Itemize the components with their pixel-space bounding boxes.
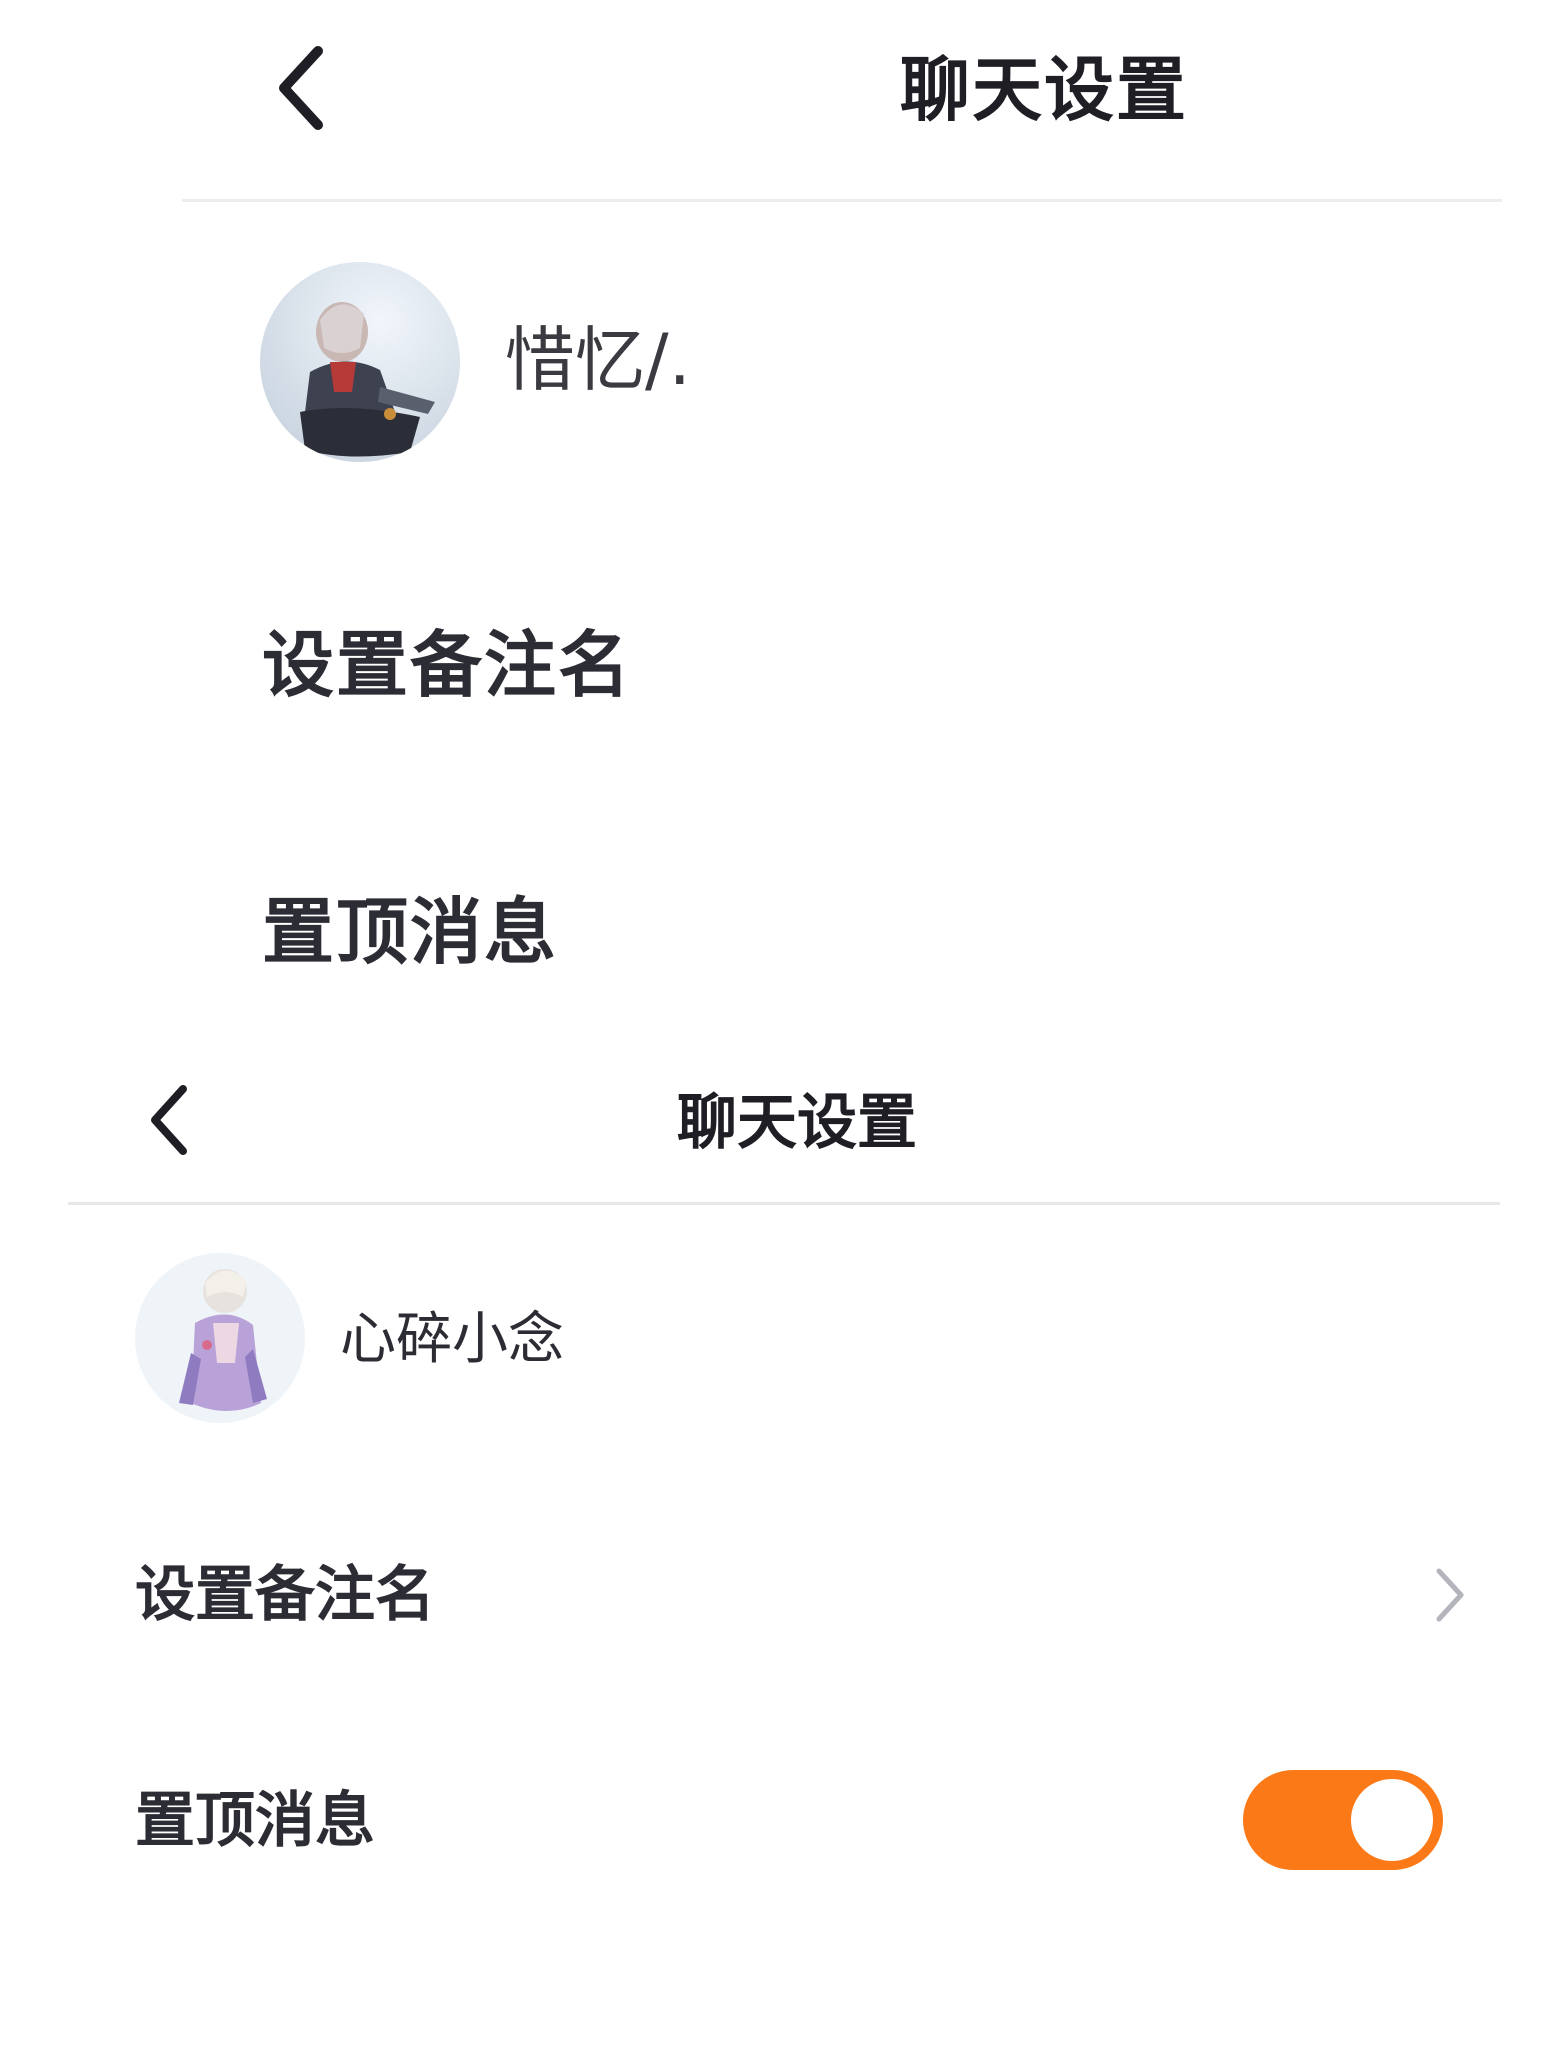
- header-divider: [182, 199, 1502, 202]
- pin-message-row: 置顶消息: [0, 1766, 1553, 1876]
- set-remark-name-label: 设置备注名: [135, 1560, 435, 1630]
- chevron-left-icon: [151, 1085, 187, 1155]
- chevron-right-icon: [1425, 1560, 1475, 1630]
- set-remark-name-row[interactable]: 设置备注名: [0, 1540, 1553, 1650]
- pin-message-label: 置顶消息: [135, 1786, 375, 1856]
- page-title: 聊天设置: [900, 49, 1188, 131]
- header-divider: [68, 1202, 1500, 1205]
- chevron-left-icon: [279, 46, 323, 130]
- page-title: 聊天设置: [677, 1088, 917, 1158]
- back-button[interactable]: [262, 38, 342, 138]
- avatar-image: [135, 1253, 305, 1423]
- username: 心碎小念: [340, 1307, 564, 1372]
- avatar[interactable]: [135, 1253, 305, 1423]
- chat-settings-screen-top: 聊天设置 惜忆/. 设置备注名 置顶消息: [0, 0, 1553, 1035]
- toggle-knob: [1351, 1779, 1433, 1861]
- chat-settings-screen-bottom: 聊天设置 心碎小念 设置备注名 置顶消息: [0, 1035, 1553, 2048]
- screenshot-composite: 聊天设置 惜忆/. 设置备注名 置顶消息 聊天设置 心碎小念 设置备注名 置顶消…: [0, 0, 1553, 2048]
- avatar-image: [260, 262, 460, 462]
- pin-message-item[interactable]: 置顶消息: [262, 882, 558, 982]
- back-button[interactable]: [135, 1075, 205, 1165]
- avatar[interactable]: [260, 262, 460, 462]
- pin-message-toggle[interactable]: [1243, 1770, 1443, 1870]
- username: 惜忆/.: [505, 319, 691, 401]
- set-remark-name-item[interactable]: 设置备注名: [262, 615, 632, 715]
